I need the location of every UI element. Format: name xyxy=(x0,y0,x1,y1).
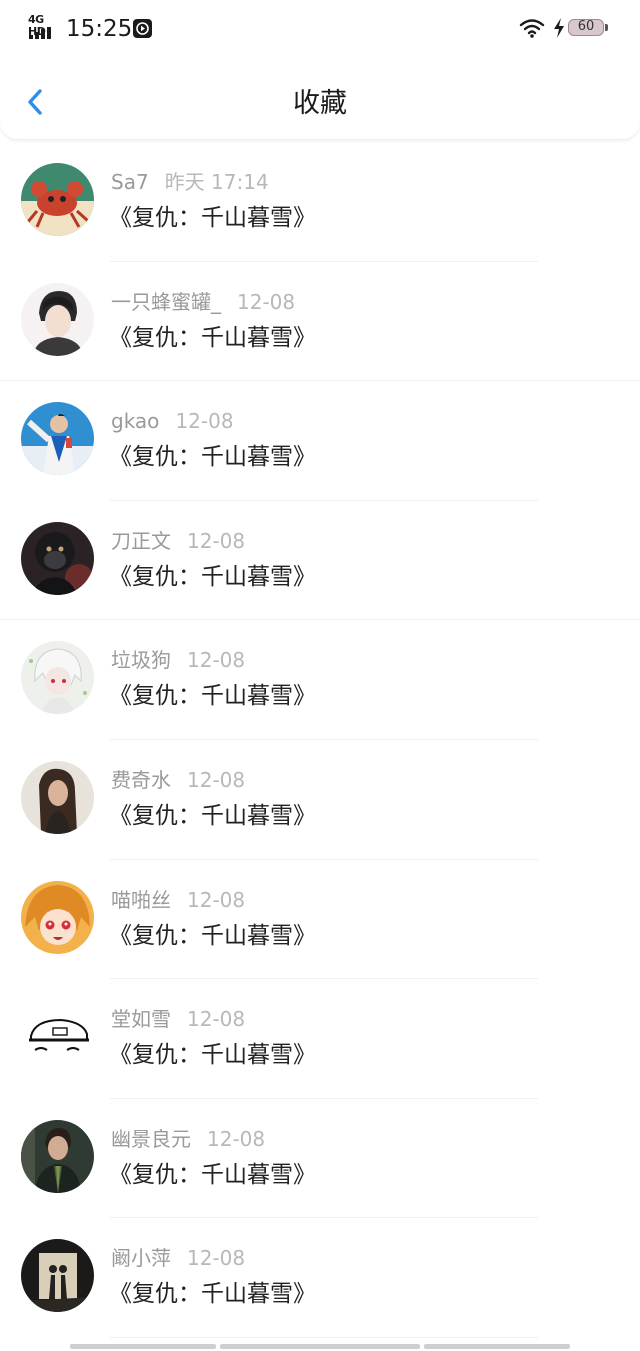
signal-bars-icon xyxy=(29,27,51,39)
anime-white-hair-avatar xyxy=(21,641,94,715)
username[interactable]: Sa7 xyxy=(111,170,149,194)
man-suit-avatar xyxy=(21,1119,94,1193)
status-bar: 4G HD 15:25 60 xyxy=(0,0,640,58)
item-title[interactable]: 《复仇：千山暮雪》 xyxy=(109,562,316,592)
woman-portrait-avatar xyxy=(21,760,94,834)
list-item[interactable]: 堂如雪 12-08 《复仇：千山暮雪》 xyxy=(0,979,640,1099)
username[interactable]: 垃圾狗 xyxy=(111,648,171,672)
list-item[interactable]: 一只蜂蜜罐_ 12-08 《复仇：千山暮雪》 xyxy=(0,262,640,382)
item-title[interactable]: 《复仇：千山暮雪》 xyxy=(109,681,316,711)
page-title: 收藏 xyxy=(293,88,347,119)
username[interactable]: 刀正文 xyxy=(111,529,171,553)
username[interactable]: gkao xyxy=(111,409,159,433)
sketch-cap-avatar xyxy=(21,1000,94,1074)
list-item[interactable]: 喵啪丝 12-08 《复仇：千山暮雪》 xyxy=(0,860,640,980)
scroll-indicator xyxy=(70,1344,570,1349)
header: 收藏 xyxy=(0,58,640,140)
timestamp: 12-08 xyxy=(175,409,234,434)
timestamp: 12-08 xyxy=(187,1007,246,1032)
couple-silhouette-avatar xyxy=(21,1239,94,1313)
item-title[interactable]: 《复仇：千山暮雪》 xyxy=(109,1279,316,1309)
athlete-avatar xyxy=(21,402,94,476)
timestamp: 12-08 xyxy=(187,1246,246,1271)
favorites-screen: 4G HD 15:25 60 xyxy=(0,0,640,1351)
username[interactable]: 费奇水 xyxy=(111,768,171,792)
gorilla-avatar xyxy=(21,521,94,595)
item-title[interactable]: 《复仇：千山暮雪》 xyxy=(109,203,316,233)
divider xyxy=(110,1336,538,1338)
battery-icon: 60 xyxy=(568,18,608,38)
anime-orange-hair-avatar xyxy=(21,880,94,954)
list-item[interactable]: 费奇水 12-08 《复仇：千山暮雪》 xyxy=(0,740,640,860)
username[interactable]: 喵啪丝 xyxy=(111,888,171,912)
item-title[interactable]: 《复仇：千山暮雪》 xyxy=(109,442,316,472)
list-item[interactable]: gkao 12-08 《复仇：千山暮雪》 xyxy=(0,381,640,501)
media-play-icon xyxy=(133,19,152,38)
username[interactable]: 阚小萍 xyxy=(111,1246,171,1270)
wifi-icon xyxy=(519,17,545,43)
timestamp: 12-08 xyxy=(187,887,246,912)
timestamp: 12-08 xyxy=(187,528,246,553)
list-item[interactable]: 幽景良元 12-08 《复仇：千山暮雪》 xyxy=(0,1099,640,1219)
item-title[interactable]: 《复仇：千山暮雪》 xyxy=(109,323,316,353)
crab-avatar xyxy=(21,163,94,236)
item-title[interactable]: 《复仇：千山暮雪》 xyxy=(109,1160,316,1190)
list-item[interactable]: 刀正文 12-08 《复仇：千山暮雪》 xyxy=(0,501,640,621)
timestamp: 昨天 17:14 xyxy=(164,170,269,194)
battery-level: 60 xyxy=(577,19,595,34)
item-title[interactable]: 《复仇：千山暮雪》 xyxy=(109,1040,316,1070)
timestamp: 12-08 xyxy=(207,1126,266,1151)
timestamp: 12-08 xyxy=(187,767,246,792)
favorites-list: Sa7 昨天 17:14 《复仇：千山暮雪》 一只蜂蜜罐_ 12-08 《复仇：千山… xyxy=(0,142,640,1338)
username[interactable]: 堂如雪 xyxy=(111,1007,171,1031)
charging-bolt-icon xyxy=(552,17,566,43)
signal-indicator: 4G HD xyxy=(28,14,60,40)
list-item[interactable]: 阚小萍 12-08 《复仇：千山暮雪》 xyxy=(0,1218,640,1338)
status-time: 15:25 xyxy=(66,16,133,42)
username[interactable]: 幽景良元 xyxy=(111,1127,191,1151)
list-item[interactable]: 垃圾狗 12-08 《复仇：千山暮雪》 xyxy=(0,620,640,740)
timestamp: 12-08 xyxy=(187,648,246,673)
item-title[interactable]: 《复仇：千山暮雪》 xyxy=(109,921,316,951)
boy-portrait-avatar xyxy=(21,282,94,356)
username[interactable]: 一只蜂蜜罐_ xyxy=(111,290,221,314)
item-title[interactable]: 《复仇：千山暮雪》 xyxy=(109,801,316,831)
list-item[interactable]: Sa7 昨天 17:14 《复仇：千山暮雪》 xyxy=(0,142,640,262)
timestamp: 12-08 xyxy=(237,289,296,314)
